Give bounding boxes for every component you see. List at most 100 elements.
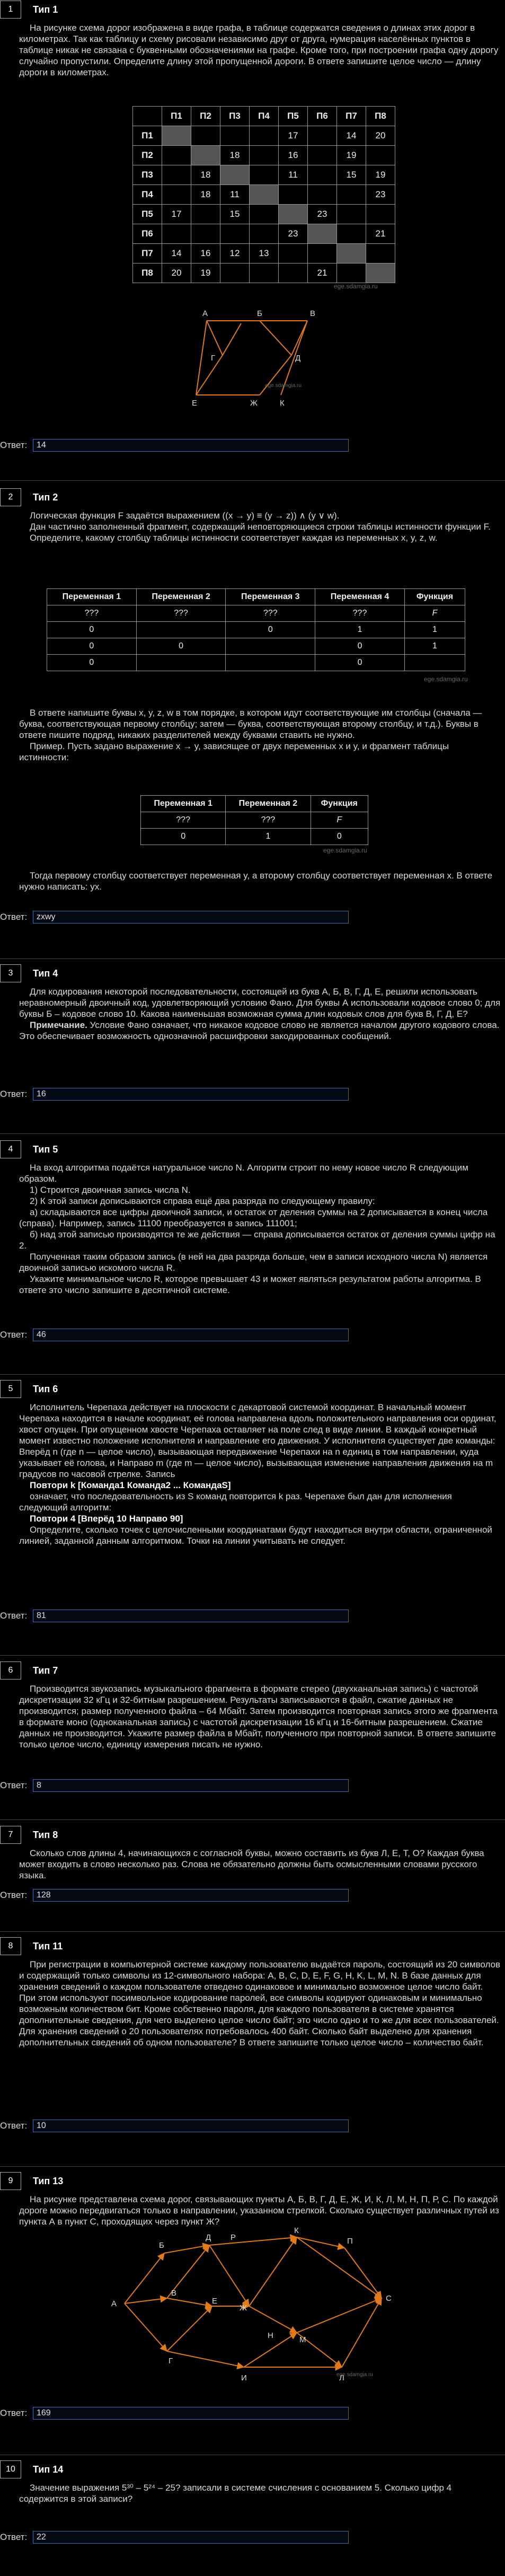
task-title: Тип 4	[33, 968, 58, 979]
answer-row: Ответ: 16	[0, 1088, 349, 1101]
task-title: Тип 13	[33, 2175, 64, 2186]
task-text: На вход алгоритма подаётся натуральное ч…	[19, 1163, 468, 1184]
table-cell: 11	[220, 184, 250, 205]
answer-label: Ответ:	[0, 1611, 28, 1621]
graph-node-label: Д	[295, 354, 300, 363]
table-cell: 17	[162, 204, 191, 224]
answer-row: Ответ: 8	[0, 1779, 349, 1792]
row-header: П1	[132, 126, 162, 146]
divider	[0, 1374, 505, 1375]
task-5: 5 Тип 6 Исполнитель Черепаха действует на…	[0, 1379, 505, 1546]
col-header: П5	[278, 106, 308, 126]
task-text: б) над этой записью производятся те же д…	[19, 1229, 495, 1251]
task-1: 1 Тип 1 На рисунке схема дорог изображена…	[0, 0, 505, 78]
task-text: Значение выражения 5³⁰ – 5²⁴ – 25? запис…	[19, 2483, 452, 2504]
task-3: 3 Тип 4 Для кодирования некоторой последо…	[0, 964, 505, 1042]
answer-field[interactable]: 8	[33, 1779, 349, 1792]
graph-node-label: Е	[192, 399, 197, 408]
task-text: Определите, какому столбцу таблицы истин…	[30, 533, 438, 543]
table-cell: 0	[136, 638, 226, 655]
answer-label: Ответ:	[0, 2532, 28, 2542]
table-cell: 18	[191, 165, 220, 185]
answer-row: Ответ: 10	[0, 2120, 349, 2132]
answer-field[interactable]: 81	[33, 1610, 349, 1622]
task-text: Укажите минимальное число R, которое пре…	[19, 1274, 481, 1295]
task-text: Определите, сколько точек с целочисленны…	[19, 1525, 492, 1546]
graph-node-label: Е	[212, 2297, 217, 2306]
answer-field[interactable]: 10	[33, 2120, 349, 2132]
col-header: П3	[220, 106, 250, 126]
task-title: Тип 8	[33, 1829, 58, 1840]
table-cell: 23	[307, 204, 337, 224]
table-cell: ???	[47, 605, 137, 622]
graph-node-label: П	[347, 2237, 353, 2246]
task-text: Полученная таким образом запись (в ней н…	[19, 1252, 488, 1273]
col-header: Функция	[310, 795, 369, 812]
table-cell: 20	[162, 263, 191, 283]
table-cell: F	[404, 605, 466, 622]
row-header: П6	[132, 224, 162, 244]
answer-label: Ответ:	[0, 2121, 28, 2131]
table-cell: 1	[404, 621, 466, 638]
answer-field[interactable]: 14	[33, 439, 349, 452]
answer-field[interactable]: 22	[33, 2531, 349, 2544]
table-cell: 0	[140, 828, 226, 845]
answer-field[interactable]: 169	[33, 2407, 349, 2420]
table-cell: 19	[366, 165, 395, 185]
task-7: 7 Тип 8 Сколько слов длины 4, начинающихс…	[0, 1825, 505, 1881]
task-text: В ответе напишите буквы x, y, z, w в том…	[19, 708, 482, 740]
divider	[0, 2166, 505, 2167]
row-header: П3	[132, 165, 162, 185]
graph-node-label: А	[202, 309, 208, 318]
answer-field[interactable]: 16	[33, 1088, 349, 1101]
task-2-example-end: Тогда первому столбцу соответствует пере…	[0, 867, 505, 892]
answer-row: Ответ: zxwy	[0, 911, 349, 924]
answer-field[interactable]: 128	[33, 1889, 349, 1902]
table-cell: 17	[278, 126, 308, 146]
table-cell: ???	[136, 605, 226, 622]
divider	[0, 480, 505, 481]
task-text: 2) К этой записи дописываются справа ещё…	[30, 1196, 375, 1206]
table-cell: 23	[278, 224, 308, 244]
task-10: 10 Тип 14 Значение выражения 5³⁰ – 5²⁴ – …	[0, 2460, 505, 2504]
directed-road-graph: А Б В Г Д Е Ж И К Л М Н П Р С ege.sdamgi…	[111, 2227, 392, 2382]
table-cell	[225, 638, 316, 655]
col-header: Переменная 1	[47, 588, 137, 605]
graph-node-label: Г	[169, 2357, 173, 2366]
graph-node-label: Р	[231, 2233, 236, 2242]
graph-node-label: Д	[206, 2233, 211, 2242]
table-cell: 0	[315, 654, 405, 671]
watermark: ege.sdamgia.ru	[424, 675, 468, 683]
table-cell: ???	[225, 812, 311, 829]
answer-field[interactable]: zxwy	[33, 911, 349, 924]
task-title: Тип 5	[33, 1144, 58, 1155]
col-header: П6	[307, 106, 337, 126]
road-graph: А Б В Г Д Е Ж К ege.sdamgia.ru	[192, 309, 315, 408]
task-number: 6	[0, 1661, 21, 1680]
table-cell: ???	[140, 812, 226, 829]
divider	[0, 1133, 505, 1134]
graph-node-label: В	[171, 2289, 176, 2298]
watermark: ege.sdamgia.ru	[265, 383, 302, 389]
table-cell: 14	[162, 243, 191, 263]
col-header: Переменная 2	[136, 588, 226, 605]
note-text: Условие Фано означает, что никакое кодов…	[19, 1020, 500, 1041]
table-cell	[136, 654, 226, 671]
task-9: 9 Тип 13 На рисунке представлена схема до…	[0, 2171, 505, 2227]
row-header: П4	[132, 184, 162, 205]
task-text: На рисунке схема дорог изображена в виде…	[19, 23, 499, 77]
table-cell: 19	[191, 263, 220, 283]
task-title: Тип 11	[33, 1940, 63, 1951]
table-cell: 0	[47, 654, 137, 671]
table-cell: 21	[366, 224, 395, 244]
graph-node-label: В	[310, 309, 315, 318]
note-label: Примечание.	[30, 1020, 87, 1030]
watermark: ege.sdamgia.ru	[334, 283, 378, 290]
answer-field[interactable]: 46	[33, 1329, 349, 1341]
answer-label: Ответ:	[0, 912, 28, 922]
task-number: 2	[0, 488, 21, 506]
truth-table: Переменная 1 Переменная 2 Переменная 3 П…	[47, 588, 466, 671]
col-header: Переменная 4	[315, 588, 405, 605]
graph-node-label: Ж	[250, 399, 258, 408]
col-header: П1	[162, 106, 191, 126]
